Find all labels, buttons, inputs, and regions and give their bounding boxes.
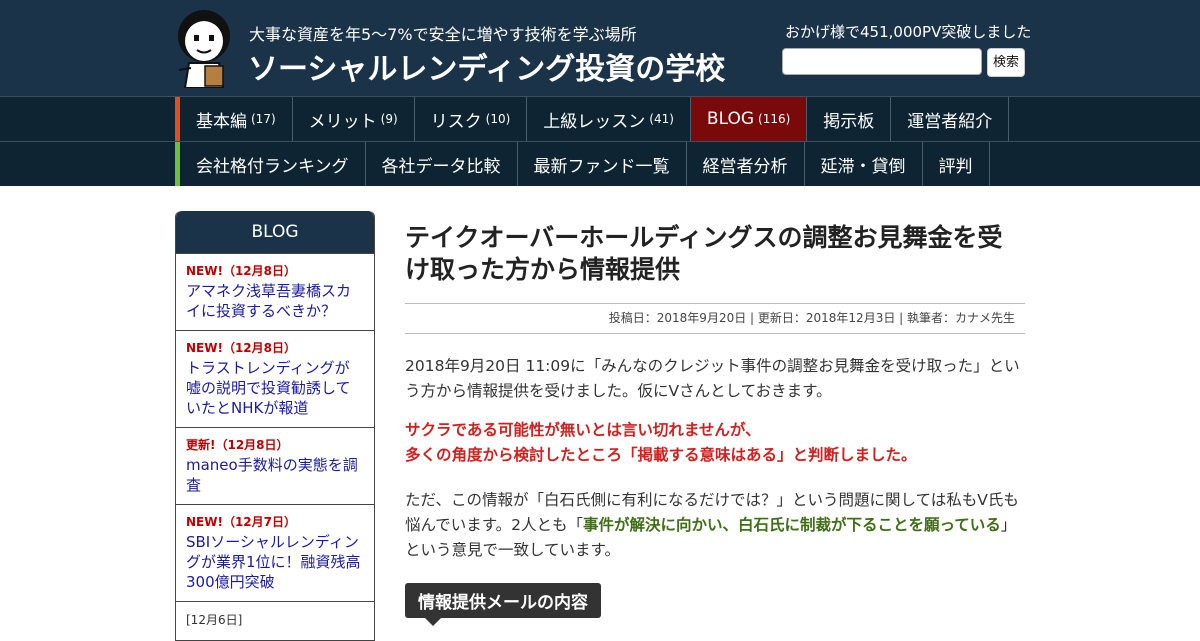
list-item: NEW!（12月8日） トラストレンディングが嘘の説明で投資勧誘していたとNHK… bbox=[176, 330, 374, 427]
post-date: [12月6日] bbox=[186, 613, 243, 627]
pv-notice: おかげ様で451,000PV突破しました bbox=[785, 23, 1032, 41]
site-tagline: 大事な資産を年5～7%で安全に増やす技術を学ぶ場所 bbox=[249, 25, 637, 44]
search-input[interactable] bbox=[782, 48, 982, 75]
nav-item-data-compare[interactable]: 各社データ比較 bbox=[366, 142, 518, 186]
updated-badge: 更新!（12月8日） bbox=[186, 438, 289, 452]
nav-item-reputation[interactable]: 評判 bbox=[923, 142, 990, 186]
nav-item-delinquency[interactable]: 延滞・貸倒 bbox=[805, 142, 923, 186]
nav-item-risks[interactable]: リスク (10) bbox=[415, 97, 528, 141]
teacher-mascot-icon[interactable] bbox=[175, 8, 235, 88]
section-heading: 情報提供メールの内容 bbox=[405, 583, 601, 626]
list-item: 更新!（12月8日） maneo手数料の実態を調査 bbox=[176, 427, 374, 504]
nav-item-fund-list[interactable]: 最新ファンド一覧 bbox=[518, 142, 687, 186]
sidebar-title: BLOG bbox=[176, 211, 374, 253]
nav-item-about[interactable]: 運営者紹介 bbox=[891, 97, 1010, 141]
site-header: 大事な資産を年5～7%で安全に増やす技術を学ぶ場所 ソーシャルレンディング投資の… bbox=[0, 0, 1200, 96]
sidebar-post-link[interactable]: SBIソーシャルレンディングが業界1位に！融資残高300億円突破 bbox=[186, 532, 364, 592]
highlight-line: サクラである可能性が無いとは言い切れませんが、 bbox=[405, 421, 761, 439]
article: テイクオーバーホールディングスの調整お見舞金を受け取った方から情報提供 投稿日：… bbox=[405, 222, 1025, 626]
sidebar-post-link[interactable]: アマネク浅草吾妻橋スカイに投資するべきか？ bbox=[186, 281, 364, 321]
list-item: NEW!（12月7日） SBIソーシャルレンディングが業界1位に！融資残高300… bbox=[176, 504, 374, 601]
site-title[interactable]: ソーシャルレンディング投資の学校 bbox=[248, 44, 725, 88]
post-meta: 投稿日：2018年9月20日 | 更新日：2018年12月3日 | 執筆者：カナ… bbox=[405, 303, 1025, 334]
sidebar-post-link[interactable]: トラストレンディングが嘘の説明で投資勧誘していたとNHKが報道 bbox=[186, 358, 364, 418]
nav-item-blog[interactable]: BLOG (116) bbox=[690, 97, 808, 141]
highlight-line: 多くの角度から検討したところ「掲載する意味はある」と判断しました。 bbox=[405, 446, 917, 464]
nav-item-manager-analysis[interactable]: 経営者分析 bbox=[687, 142, 805, 186]
highlight-paragraph: サクラである可能性が無いとは言い切れませんが、 多くの角度から検討したところ「掲… bbox=[405, 418, 1025, 468]
new-badge: NEW!（12月7日） bbox=[186, 515, 296, 529]
article-paragraph: ただ、この情報が「白石氏側に有利になるだけでは？」という問題に関しては私もV氏も… bbox=[405, 491, 1019, 559]
new-badge: NEW!（12月8日） bbox=[186, 264, 296, 278]
speech-tail bbox=[425, 618, 441, 626]
new-badge: NEW!（12月8日） bbox=[186, 341, 296, 355]
blog-sidebar: BLOG NEW!（12月8日） アマネク浅草吾妻橋スカイに投資するべきか？ N… bbox=[175, 211, 375, 641]
nav-item-board[interactable]: 掲示板 bbox=[807, 97, 892, 141]
emphasis-text: 事件が解決に向かい、白石氏に制裁が下ることを願っている bbox=[583, 516, 1001, 534]
primary-nav: 基本編 (17) メリット (9) リスク (10) 上級レッスン (41) BLOG(… bbox=[0, 96, 1200, 141]
search-button[interactable]: 検索 bbox=[987, 48, 1025, 77]
nav-item-advanced[interactable]: 上級レッスン (41) bbox=[527, 97, 691, 141]
list-item: [12月6日] bbox=[176, 601, 374, 637]
nav-item-merits[interactable]: メリット (9) bbox=[293, 97, 415, 141]
article-paragraph: 2018年9月20日 11:09に「みんなのクレジット事件の調整お見舞金を受け取… bbox=[405, 357, 1020, 400]
nav-item-basics[interactable]: 基本編 (17) bbox=[180, 97, 293, 141]
sidebar-post-link[interactable]: maneo手数料の実態を調査 bbox=[186, 455, 364, 495]
secondary-nav: 会社格付ランキング 各社データ比較 最新ファンド一覧 経営者分析 延滞・貸倒 評… bbox=[0, 141, 1200, 186]
nav-item-ranking[interactable]: 会社格付ランキング bbox=[180, 142, 366, 186]
article-title: テイクオーバーホールディングスの調整お見舞金を受け取った方から情報提供 bbox=[405, 223, 1003, 284]
list-item: NEW!（12月8日） アマネク浅草吾妻橋スカイに投資するべきか？ bbox=[176, 253, 374, 330]
